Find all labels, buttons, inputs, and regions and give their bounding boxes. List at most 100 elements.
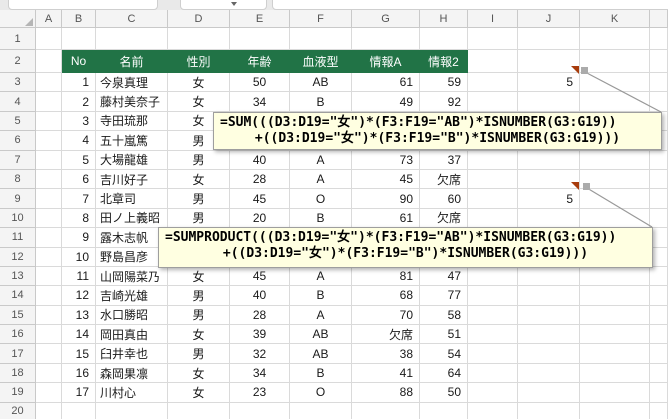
- row-header-10[interactable]: 10: [0, 209, 36, 228]
- cell-L9[interactable]: [650, 189, 668, 208]
- cell-I7[interactable]: [468, 151, 518, 170]
- cell-I10[interactable]: [468, 209, 518, 228]
- table-header-G2[interactable]: 情報A: [352, 50, 420, 73]
- cell-C7[interactable]: 大場龍雄: [96, 151, 168, 170]
- cell-J7[interactable]: [518, 151, 580, 170]
- cell-F7[interactable]: A: [290, 151, 352, 170]
- cell-B19[interactable]: 17: [62, 383, 96, 402]
- cell-K14[interactable]: [580, 286, 650, 305]
- row-header-11[interactable]: 11: [0, 228, 36, 247]
- cell-B5[interactable]: 3: [62, 112, 96, 131]
- cell-D13[interactable]: 女: [168, 267, 230, 286]
- cell-F9[interactable]: O: [290, 189, 352, 208]
- cell-B11[interactable]: 9: [62, 228, 96, 247]
- comment-indicator-j9[interactable]: [571, 182, 579, 190]
- cell-I4[interactable]: [468, 92, 518, 111]
- cell-C14[interactable]: 吉崎光雄: [96, 286, 168, 305]
- row-header-7[interactable]: 7: [0, 151, 36, 170]
- row-header-4[interactable]: 4: [0, 92, 36, 111]
- cell-F10[interactable]: B: [290, 209, 352, 228]
- cell-C3[interactable]: 今泉真理: [96, 73, 168, 92]
- cell-G17[interactable]: 38: [352, 344, 420, 363]
- cell-B20[interactable]: [62, 403, 96, 419]
- row-header-17[interactable]: 17: [0, 344, 36, 363]
- cell-F3[interactable]: AB: [290, 73, 352, 92]
- cell-A15[interactable]: [36, 306, 62, 325]
- cell-K8[interactable]: [580, 170, 650, 189]
- cell-E1[interactable]: [230, 28, 290, 50]
- column-header-I[interactable]: I: [468, 10, 518, 28]
- cell-L17[interactable]: [650, 344, 668, 363]
- cell-E8[interactable]: 28: [230, 170, 290, 189]
- cell-J20[interactable]: [518, 403, 580, 419]
- cell-A17[interactable]: [36, 344, 62, 363]
- cell-G10[interactable]: 61: [352, 209, 420, 228]
- row-header-19[interactable]: 19: [0, 383, 36, 402]
- cell-C18[interactable]: 森岡果凛: [96, 364, 168, 383]
- cell-G9[interactable]: 90: [352, 189, 420, 208]
- cell-J10[interactable]: [518, 209, 580, 228]
- cell-A6[interactable]: [36, 131, 62, 150]
- cell-L16[interactable]: [650, 325, 668, 344]
- cell-C17[interactable]: 臼井幸也: [96, 344, 168, 363]
- cell-I2[interactable]: [468, 50, 518, 73]
- table-header-H2[interactable]: 情報2: [420, 50, 468, 73]
- cell-L1[interactable]: [650, 28, 668, 50]
- cell-L8[interactable]: [650, 170, 668, 189]
- cell-I3[interactable]: [468, 73, 518, 92]
- cell-F14[interactable]: B: [290, 286, 352, 305]
- column-header-K[interactable]: K: [580, 10, 650, 28]
- cell-H13[interactable]: 47: [420, 267, 468, 286]
- cell-D15[interactable]: 男: [168, 306, 230, 325]
- row-header-9[interactable]: 9: [0, 189, 36, 208]
- cell-G13[interactable]: 81: [352, 267, 420, 286]
- cell-A19[interactable]: [36, 383, 62, 402]
- cell-B12[interactable]: 10: [62, 248, 96, 267]
- cell-K20[interactable]: [580, 403, 650, 419]
- cell-A13[interactable]: [36, 267, 62, 286]
- cell-C5[interactable]: 寺田琉那: [96, 112, 168, 131]
- row-header-6[interactable]: 6: [0, 131, 36, 150]
- row-header-13[interactable]: 13: [0, 267, 36, 286]
- cell-F4[interactable]: B: [290, 92, 352, 111]
- cell-B9[interactable]: 7: [62, 189, 96, 208]
- column-header-C[interactable]: C: [96, 10, 168, 28]
- cell-A16[interactable]: [36, 325, 62, 344]
- cell-F16[interactable]: AB: [290, 325, 352, 344]
- cell-D4[interactable]: 女: [168, 92, 230, 111]
- cell-H10[interactable]: 欠席: [420, 209, 468, 228]
- cell-I17[interactable]: [468, 344, 518, 363]
- cell-G18[interactable]: 41: [352, 364, 420, 383]
- cell-G3[interactable]: 61: [352, 73, 420, 92]
- cell-E7[interactable]: 40: [230, 151, 290, 170]
- cell-B1[interactable]: [62, 28, 96, 50]
- table-header-C2[interactable]: 名前: [96, 50, 168, 73]
- cell-D3[interactable]: 女: [168, 73, 230, 92]
- cell-A5[interactable]: [36, 112, 62, 131]
- cell-K9[interactable]: [580, 189, 650, 208]
- cell-L19[interactable]: [650, 383, 668, 402]
- cell-J18[interactable]: [518, 364, 580, 383]
- cell-D9[interactable]: 男: [168, 189, 230, 208]
- cell-A1[interactable]: [36, 28, 62, 50]
- cell-E10[interactable]: 20: [230, 209, 290, 228]
- cell-A7[interactable]: [36, 151, 62, 170]
- cell-L4[interactable]: [650, 92, 668, 111]
- cell-D19[interactable]: 女: [168, 383, 230, 402]
- cell-H20[interactable]: [420, 403, 468, 419]
- cell-H16[interactable]: 51: [420, 325, 468, 344]
- cell-E9[interactable]: 45: [230, 189, 290, 208]
- cell-H4[interactable]: 92: [420, 92, 468, 111]
- cell-G14[interactable]: 68: [352, 286, 420, 305]
- cell-A11[interactable]: [36, 228, 62, 247]
- cell-A10[interactable]: [36, 209, 62, 228]
- cell-F17[interactable]: AB: [290, 344, 352, 363]
- cell-C19[interactable]: 川村心: [96, 383, 168, 402]
- cell-L3[interactable]: [650, 73, 668, 92]
- cell-F18[interactable]: B: [290, 364, 352, 383]
- table-header-B2[interactable]: No: [62, 50, 96, 73]
- cell-I19[interactable]: [468, 383, 518, 402]
- cell-H8[interactable]: 欠席: [420, 170, 468, 189]
- column-header-F[interactable]: F: [290, 10, 352, 28]
- cell-D14[interactable]: 男: [168, 286, 230, 305]
